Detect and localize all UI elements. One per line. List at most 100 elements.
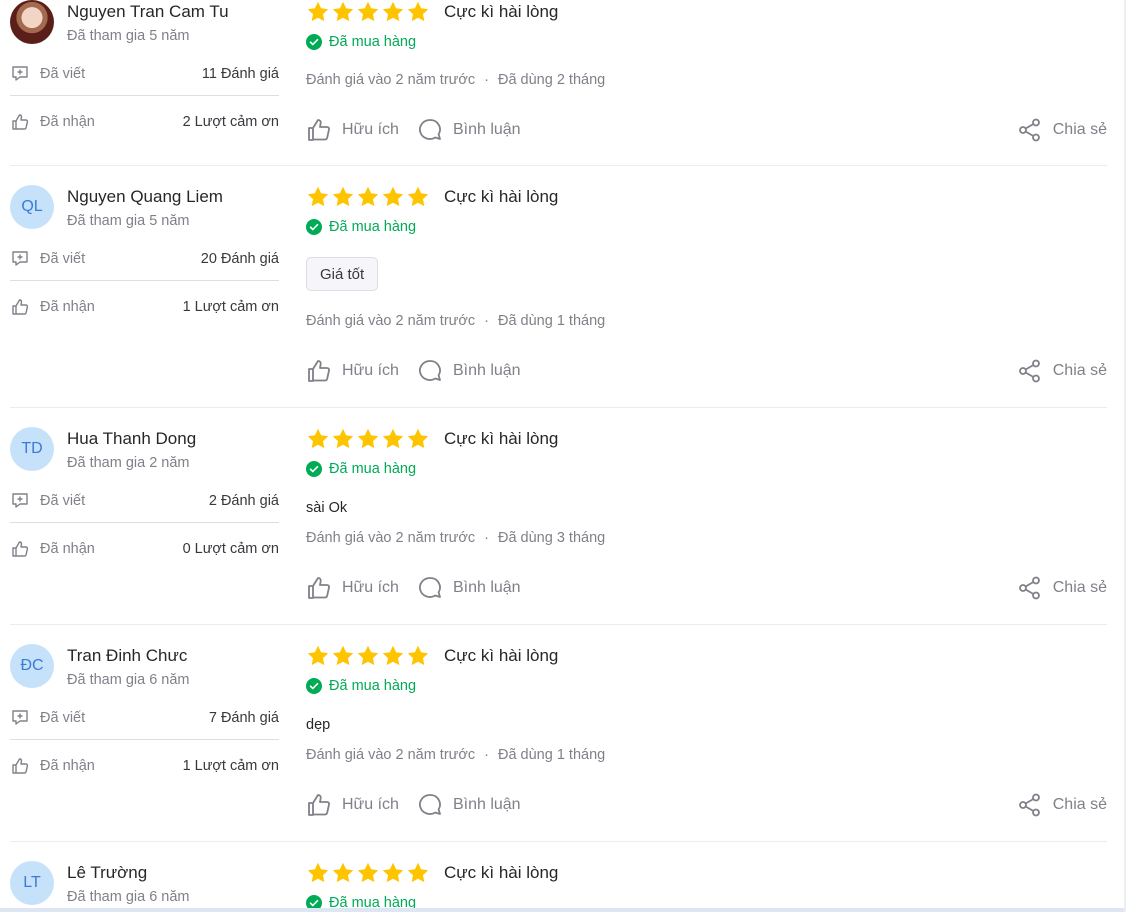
star-filled-icon <box>357 186 379 207</box>
purchased-badge: Đã mua hàng <box>306 459 416 479</box>
written-value: 11 Đánh giá <box>201 66 279 82</box>
received-value: 2 Lượt cảm ơn <box>182 114 279 130</box>
review-date: Đánh giá vào 2 năm trước <box>306 747 476 763</box>
chat-bubble-plus-icon <box>10 64 30 84</box>
avatar[interactable] <box>10 0 54 44</box>
chat-bubble-plus-icon <box>10 249 30 269</box>
comment-button[interactable]: Bình luận <box>417 358 521 384</box>
review-meta: Đánh giá vào 2 năm trước · Đã dùng 3 thá… <box>306 530 605 546</box>
share-button[interactable]: Chia sẻ <box>1017 575 1107 601</box>
review-card: Nguyen Tran Cam Tu Đã tham gia 5 năm Đã … <box>10 0 1107 166</box>
helpful-button[interactable]: Hữu ích <box>306 575 399 601</box>
star-filled-icon <box>307 645 329 666</box>
star-filled-icon <box>407 1 429 22</box>
horizontal-scrollbar[interactable] <box>0 908 1126 912</box>
review-actions: Hữu ích Bình luận Chia sẻ <box>306 574 1107 602</box>
author-joined: Đã tham gia 6 năm <box>67 672 190 688</box>
comment-label: Bình luận <box>452 579 521 596</box>
star-rating <box>306 0 430 24</box>
written-label: Đã viết <box>40 251 86 267</box>
review-card: TD Hua Thanh Dong Đã tham gia 2 năm Đã v… <box>10 427 1107 625</box>
helpful-button[interactable]: Hữu ích <box>306 358 399 384</box>
chat-bubble-plus-icon <box>10 491 30 511</box>
star-filled-icon <box>407 645 429 666</box>
star-filled-icon <box>407 862 429 883</box>
author-received-stat: Đã nhận 1 Lượt cảm ơn <box>10 753 279 779</box>
helpful-label: Hữu ích <box>342 796 399 813</box>
rating-label: Cực kì hài lòng <box>444 187 559 206</box>
share-label: Chia sẻ <box>1052 121 1107 138</box>
review-actions: Hữu ích Bình luận Chia sẻ <box>306 357 1107 385</box>
author-name[interactable]: Tran Đinh Chưc <box>67 646 187 666</box>
stat-divider <box>10 280 279 281</box>
received-value: 1 Lượt cảm ơn <box>182 758 279 774</box>
avatar[interactable]: QL <box>10 185 54 229</box>
author-joined: Đã tham gia 2 năm <box>67 455 190 471</box>
comment-button[interactable]: Bình luận <box>417 117 521 143</box>
review-text: dẹp <box>306 717 331 733</box>
meta-separator: · <box>484 747 489 763</box>
avatar[interactable]: ĐC <box>10 644 54 688</box>
thumbs-up-outline-icon <box>10 539 30 559</box>
rating-row: Cực kì hài lòng <box>306 427 558 451</box>
helpful-label: Hữu ích <box>342 579 399 596</box>
check-circle-icon <box>306 34 322 50</box>
star-filled-icon <box>332 428 354 449</box>
review-card: ĐC Tran Đinh Chưc Đã tham gia 6 năm Đã v… <box>10 644 1107 842</box>
written-value: 20 Đánh giá <box>200 251 279 267</box>
rating-label: Cực kì hài lòng <box>444 429 559 448</box>
review-actions: Hữu ích Bình luận Chia sẻ <box>306 791 1107 819</box>
helpful-button[interactable]: Hữu ích <box>306 117 399 143</box>
star-filled-icon <box>307 428 329 449</box>
author-name[interactable]: Lê Trường <box>67 863 147 883</box>
author-received-stat: Đã nhận 2 Lượt cảm ơn <box>10 109 279 135</box>
star-filled-icon <box>357 1 379 22</box>
rating-row: Cực kì hài lòng <box>306 185 558 209</box>
star-filled-icon <box>357 862 379 883</box>
chat-bubble-plus-icon <box>10 708 30 728</box>
comment-label: Bình luận <box>452 121 521 138</box>
avatar[interactable]: LT <box>10 861 54 905</box>
share-button[interactable]: Chia sẻ <box>1017 358 1107 384</box>
received-value: 1 Lượt cảm ơn <box>182 299 279 315</box>
check-circle-icon <box>306 678 322 694</box>
share-label: Chia sẻ <box>1052 579 1107 596</box>
share-label: Chia sẻ <box>1052 362 1107 379</box>
review-meta: Đánh giá vào 2 năm trước · Đã dùng 1 thá… <box>306 313 605 329</box>
meta-separator: · <box>484 72 489 88</box>
review-card: QL Nguyen Quang Liem Đã tham gia 5 năm Đ… <box>10 185 1107 408</box>
share-button[interactable]: Chia sẻ <box>1017 117 1107 143</box>
star-filled-icon <box>332 862 354 883</box>
star-filled-icon <box>332 186 354 207</box>
received-value: 0 Lượt cảm ơn <box>182 541 279 557</box>
purchased-label: Đã mua hàng <box>329 219 417 235</box>
author-written-stat: Đã viết 7 Đánh giá <box>10 705 279 731</box>
star-rating <box>306 427 430 451</box>
share-button[interactable]: Chia sẻ <box>1017 792 1107 818</box>
author-joined: Đã tham gia 5 năm <box>67 28 190 44</box>
author-joined: Đã tham gia 6 năm <box>67 889 190 905</box>
comment-label: Bình luận <box>452 362 521 379</box>
review-usage: Đã dùng 1 tháng <box>497 313 606 329</box>
stat-divider <box>10 522 279 523</box>
purchased-label: Đã mua hàng <box>329 34 417 50</box>
author-name[interactable]: Nguyen Tran Cam Tu <box>67 2 229 22</box>
author-name[interactable]: Hua Thanh Dong <box>67 429 196 449</box>
share-label: Chia sẻ <box>1052 796 1107 813</box>
review-meta: Đánh giá vào 2 năm trước · Đã dùng 2 thá… <box>306 72 605 88</box>
purchased-label: Đã mua hàng <box>329 678 417 694</box>
thumbs-up-icon <box>308 119 330 141</box>
review-actions: Hữu ích Bình luận Chia sẻ <box>306 116 1107 144</box>
author-name[interactable]: Nguyen Quang Liem <box>67 187 223 207</box>
star-filled-icon <box>407 428 429 449</box>
review-date: Đánh giá vào 2 năm trước <box>306 72 476 88</box>
comment-button[interactable]: Bình luận <box>417 792 521 818</box>
star-filled-icon <box>307 186 329 207</box>
helpful-button[interactable]: Hữu ích <box>306 792 399 818</box>
star-filled-icon <box>357 645 379 666</box>
comment-bubble-icon <box>419 360 441 381</box>
rating-row: Cực kì hài lòng <box>306 644 558 668</box>
avatar[interactable]: TD <box>10 427 54 471</box>
comment-button[interactable]: Bình luận <box>417 575 521 601</box>
review-meta: Đánh giá vào 2 năm trước · Đã dùng 1 thá… <box>306 747 605 763</box>
